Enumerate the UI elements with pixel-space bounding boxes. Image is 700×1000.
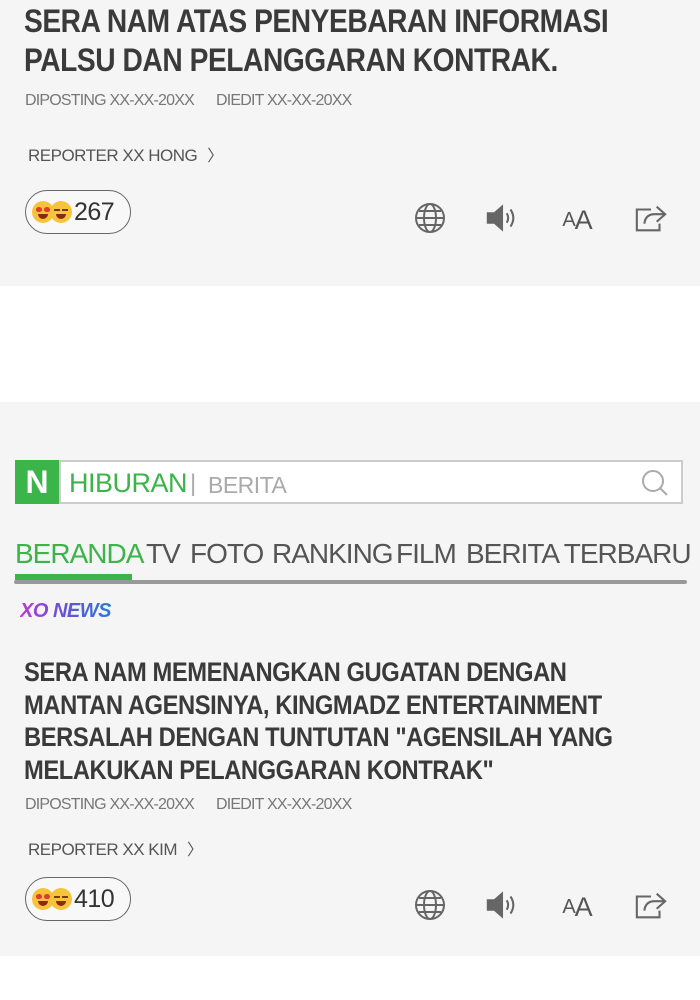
laughing-emoji-icon	[50, 201, 72, 223]
font-size-icon[interactable]: AA	[559, 203, 595, 237]
reaction-count: 267	[74, 197, 115, 226]
edited-date: DIEDIT XX-XX-20XX	[215, 796, 352, 813]
reaction-button[interactable]: 410	[25, 877, 131, 921]
reporter-name: REPORTER XX KIM	[28, 840, 178, 859]
article-panel-2: N HIBURAN | BERITA BERANDA TV FOTO RANKI…	[0, 402, 700, 956]
posted-date: DIPOSTING XX-XX-20XX	[25, 92, 195, 109]
reporter-link[interactable]: REPORTER XX KIM 〉	[28, 836, 203, 860]
section-subtitle[interactable]: BERITA	[208, 472, 287, 499]
search-bar[interactable]: HIBURAN | BERITA	[59, 460, 683, 504]
article-dates: DIPOSTING XX-XX-20XX DIEDIT XX-XX-20XX	[25, 796, 373, 814]
news-logo[interactable]: N	[15, 460, 59, 504]
reaction-button[interactable]: 267	[25, 190, 131, 234]
share-icon[interactable]	[634, 201, 668, 235]
tabs-divider	[14, 580, 687, 584]
tab-ranking[interactable]: RANKING	[272, 538, 394, 570]
article-headline: SERA NAM MEMENANGKAN GUGATAN DENGAN MANT…	[24, 657, 613, 785]
tab-tv[interactable]: TV	[146, 538, 181, 570]
article-headline: SERA NAM ATAS PENYEBARAN INFORMASI PALSU…	[24, 3, 609, 78]
edited-date: DIEDIT XX-XX-20XX	[215, 92, 352, 109]
tab-foto[interactable]: FOTO	[190, 538, 264, 570]
chevron-right-icon: 〉	[207, 148, 223, 165]
article-panel-1: SERA NAM ATAS PENYEBARAN INFORMASI PALSU…	[0, 0, 700, 286]
section-title[interactable]: HIBURAN	[69, 468, 188, 499]
source-logo: XO NEWS	[20, 600, 111, 622]
speaker-icon[interactable]	[485, 201, 519, 235]
reporter-link[interactable]: REPORTER XX HONG 〉	[28, 142, 223, 166]
reporter-name: REPORTER XX HONG	[28, 146, 198, 165]
section-separator: |	[190, 470, 197, 497]
tab-beranda[interactable]: BERANDA	[15, 538, 144, 570]
search-icon[interactable]	[641, 469, 669, 502]
reaction-count: 410	[74, 884, 115, 913]
laughing-emoji-icon	[50, 888, 72, 910]
speaker-icon[interactable]	[485, 888, 519, 922]
article-dates: DIPOSTING XX-XX-20XX DIEDIT XX-XX-20XX	[25, 92, 373, 110]
tab-film[interactable]: FILM	[396, 538, 457, 570]
font-size-icon[interactable]: AA	[559, 890, 595, 924]
share-icon[interactable]	[634, 888, 668, 922]
tab-berita-terbaru[interactable]: BERITA TERBARU	[466, 538, 692, 570]
chevron-right-icon: 〉	[187, 842, 203, 859]
globe-icon[interactable]	[413, 888, 447, 922]
globe-icon[interactable]	[413, 201, 447, 235]
posted-date: DIPOSTING XX-XX-20XX	[25, 796, 195, 813]
